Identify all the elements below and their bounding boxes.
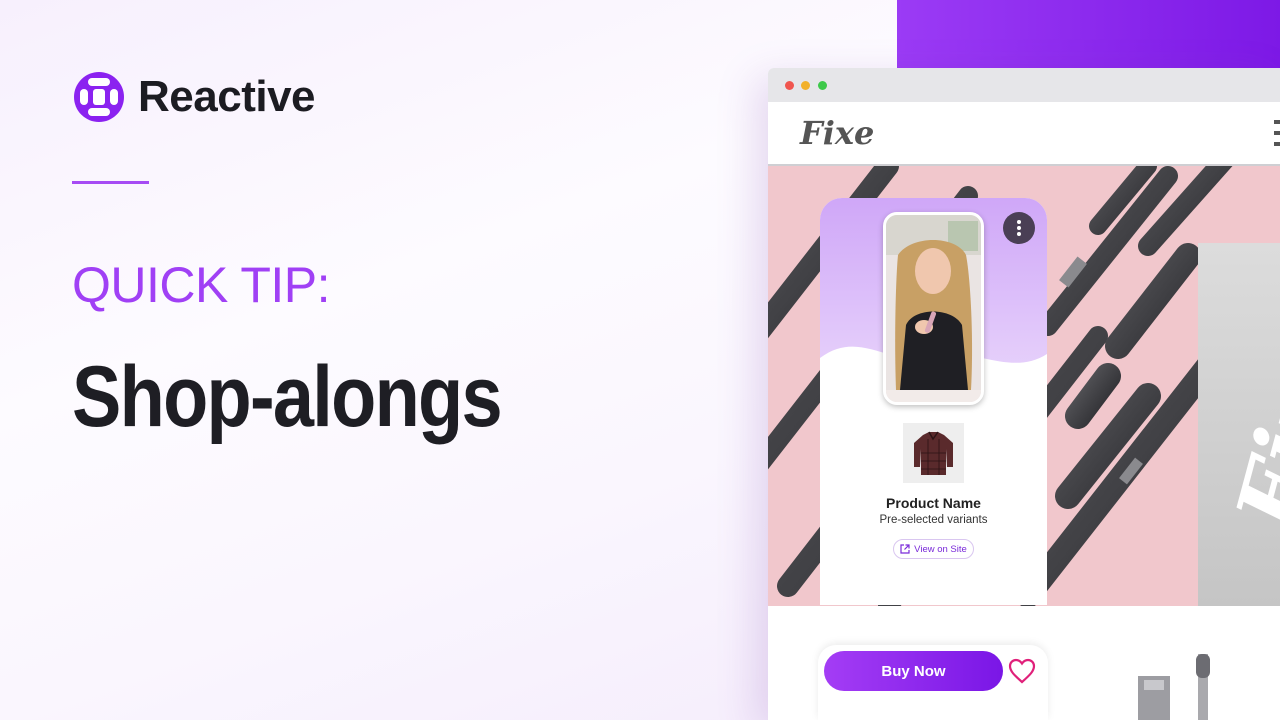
browser-title-bar: [768, 68, 1280, 102]
site-header: Fixe: [768, 102, 1280, 166]
product-variants: Pre-selected variants: [879, 514, 988, 526]
more-options-button[interactable]: [1003, 212, 1035, 244]
brand-name: Reactive: [138, 72, 316, 121]
close-window-dot[interactable]: [785, 81, 794, 90]
shop-along-video[interactable]: [883, 212, 984, 405]
corner-accent-band: [897, 0, 1280, 68]
reactive-logo-icon: [74, 72, 124, 122]
minimize-window-dot[interactable]: [801, 81, 810, 90]
maximize-window-dot[interactable]: [818, 81, 827, 90]
external-link-icon: [900, 544, 910, 554]
product-image[interactable]: [903, 423, 964, 483]
title-divider: [72, 181, 149, 184]
heart-icon[interactable]: [1008, 658, 1036, 684]
side-banner-text: Fixe: [1216, 311, 1280, 541]
slide-title: Shop-alongs: [72, 349, 503, 445]
tip-label: QUICK TIP:: [72, 257, 331, 313]
buy-now-button[interactable]: Buy Now: [824, 651, 1003, 691]
hamburger-menu-icon[interactable]: [1274, 120, 1280, 150]
brand: Reactive: [72, 70, 316, 124]
more-vertical-icon: [1017, 219, 1021, 237]
view-on-site-label: View on Site: [914, 543, 967, 555]
side-banner-image: Fixe: [1198, 243, 1280, 621]
site-logo[interactable]: Fixe: [800, 114, 874, 152]
product-name: Product Name: [886, 495, 981, 511]
view-on-site-link[interactable]: View on Site: [893, 539, 974, 559]
